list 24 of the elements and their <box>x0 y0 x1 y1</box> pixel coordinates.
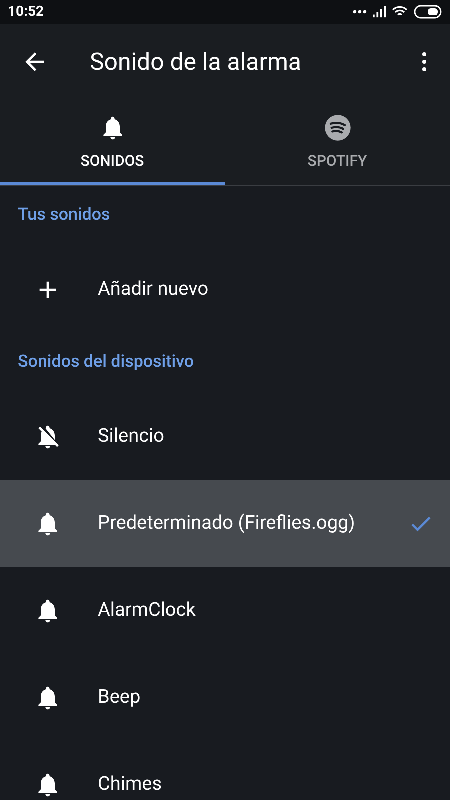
sound-item[interactable]: Añadir nuevo <box>0 246 450 333</box>
section-header: Sonidos del dispositivo <box>18 351 194 374</box>
status-time: 10:52 <box>8 2 44 22</box>
tab[interactable]: SONIDOS <box>0 100 225 185</box>
sound-name: Chimes <box>98 771 163 798</box>
sound-item[interactable]: Silencio <box>0 393 450 480</box>
sound-name: AlarmClock <box>98 597 197 624</box>
sound-item[interactable]: Predeterminado (Fireflies.ogg) <box>0 480 450 567</box>
more-icon <box>422 52 426 72</box>
sound-item[interactable]: AlarmClock <box>0 567 450 654</box>
tab[interactable]: SPOTIFY <box>225 100 450 185</box>
sound-name: Beep <box>98 684 142 710</box>
battery-icon <box>414 5 442 19</box>
dots-icon <box>353 10 367 14</box>
striped-circle-icon <box>324 114 352 142</box>
signal-icon <box>373 6 386 18</box>
section-header: Tus sonidos <box>18 204 110 228</box>
sound-name: Añadir nuevo <box>98 276 210 302</box>
wifi-icon <box>392 6 408 18</box>
screen-title: Sonido de la alarma <box>90 47 302 78</box>
sound-item[interactable]: Beep <box>0 654 450 741</box>
sound-item[interactable]: Chimes <box>0 741 450 800</box>
sound-name: Predeterminado (Fireflies.ogg) <box>98 510 356 536</box>
sound-name: Silencio <box>98 423 166 450</box>
